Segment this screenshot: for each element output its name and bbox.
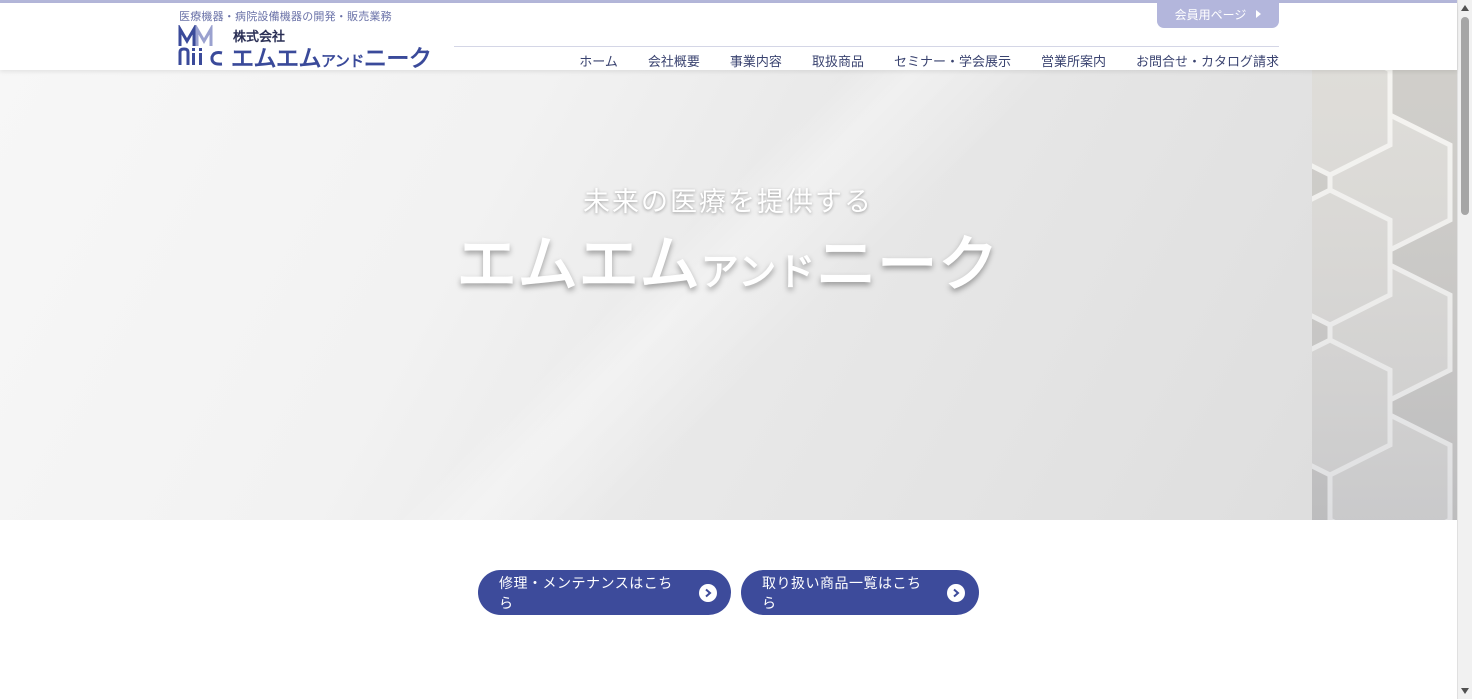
logo-company-name: エムエムアンドニーク [231, 39, 432, 73]
caret-right-icon [1256, 10, 1262, 18]
scroll-down-arrow-icon[interactable] [1461, 688, 1469, 694]
product-button-label: 取り扱い商品一覧はこちら [762, 575, 922, 612]
hero-title-small: アンド [700, 250, 817, 294]
hero-title-tail: ニーク [816, 230, 1000, 300]
nav-business[interactable]: 事業内容 [715, 51, 797, 70]
main-nav: ホーム 会社概要 事業内容 取扱商品 セミナー・学会展示 営業所案内 お問合せ・… [564, 51, 1279, 70]
member-page-button[interactable]: 会員用ページ [1157, 0, 1279, 28]
arrow-right-circle-icon [699, 583, 717, 602]
nav-home[interactable]: ホーム [564, 51, 633, 70]
repair-button-label: 修理・メンテナンスはこちら [499, 575, 673, 612]
arrow-right-circle-icon [947, 583, 965, 602]
hero-subtitle: 未来の医療を提供する [583, 187, 873, 218]
hero-title-main: エムエム [456, 230, 701, 300]
nav-company[interactable]: 会社概要 [633, 51, 715, 70]
header-tagline: 医療機器・病院設備機器の開発・販売業務 [179, 10, 392, 23]
logo-mark-icon [178, 25, 223, 66]
nav-contact[interactable]: お問合せ・カタログ請求 [1121, 51, 1279, 70]
hero-title: エムエムアンドニーク [0, 216, 1456, 303]
header-divider [454, 46, 1279, 47]
site-header: 医療機器・病院設備機器の開発・販売業務 株式会社 エムエムアンドニーク 会員用ペ… [0, 0, 1457, 72]
product-list-button[interactable]: 取り扱い商品一覧はこちら [741, 570, 979, 615]
logo-name-small: アンド [321, 52, 364, 70]
member-page-label: 会員用ページ [1174, 7, 1247, 22]
repair-maintenance-button[interactable]: 修理・メンテナンスはこちら [478, 570, 731, 615]
logo-name-tail: ニーク [363, 46, 432, 72]
scroll-up-arrow-icon[interactable] [1461, 5, 1469, 11]
scrollbar-thumb[interactable] [1461, 17, 1469, 215]
nav-products[interactable]: 取扱商品 [797, 51, 879, 70]
nav-seminar[interactable]: セミナー・学会展示 [879, 51, 1026, 70]
vertical-scrollbar[interactable] [1457, 0, 1472, 699]
logo-name-main: エムエム [231, 46, 322, 72]
nav-offices[interactable]: 営業所案内 [1026, 51, 1121, 70]
cta-button-row: 修理・メンテナンスはこちら 取り扱い商品一覧はこちら [478, 570, 979, 615]
company-logo[interactable]: 株式会社 エムエムアンドニーク [178, 25, 438, 72]
